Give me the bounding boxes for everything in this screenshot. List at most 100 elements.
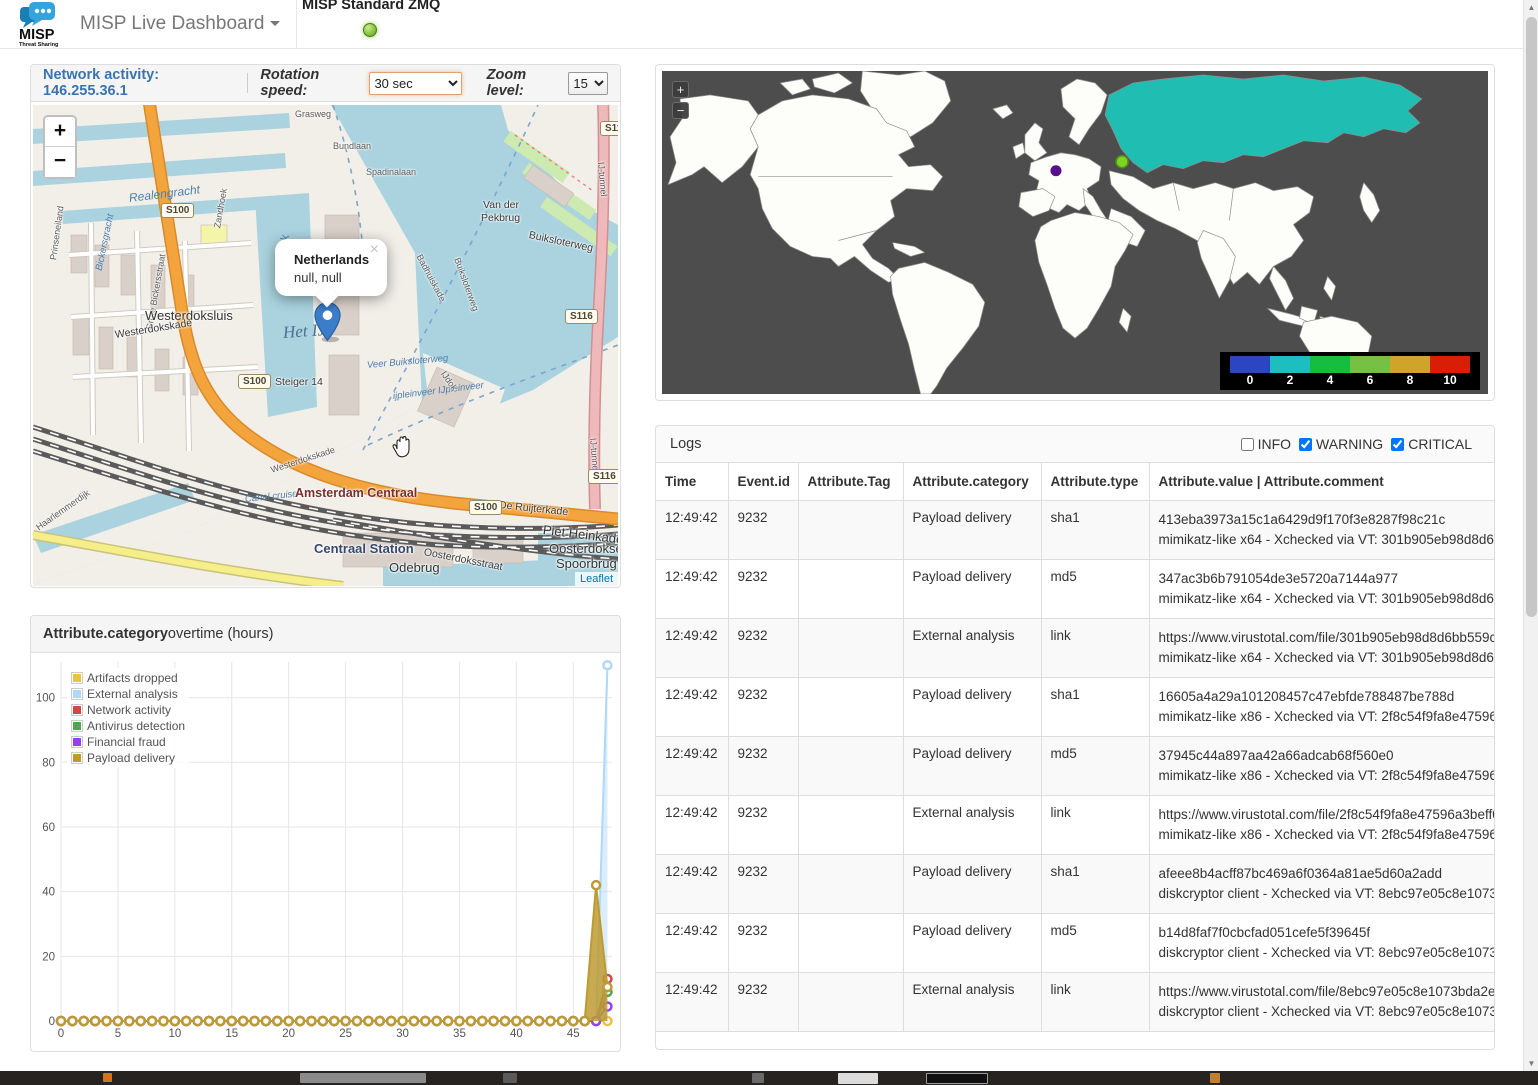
svg-text:100: 100 [36,693,55,705]
log-cell: Payload delivery [903,737,1041,796]
color-swatch [1230,356,1270,373]
log-cell: 12:49:42 [656,737,728,796]
color-scale-label: 0 [1230,373,1270,388]
log-value-comment-cell: afeee8b4acff87bc469a6f0364a81ae5d60a2add… [1149,855,1494,914]
misp-logo-icon[interactable]: MISP Threat Sharing [18,1,70,48]
log-cell [798,796,903,855]
navbar-divider [296,0,297,48]
log-cell: 9232 [728,619,798,678]
legend-label: Network activity [87,703,171,717]
attribute-comment: mimikatz-like x86 - Xchecked via VT: 2f8… [1159,766,1486,786]
world-zoom-control: + − [672,81,689,123]
os-taskbar [0,1071,1538,1085]
color-swatch [1430,356,1470,373]
legend-item: Financial fraud [71,734,185,750]
color-scale-label: 10 [1430,373,1470,388]
log-row: 12:49:429232External analysislinkhttps:/… [656,796,1494,855]
map-popup: × Netherlands null, null [275,239,387,296]
log-filter-checkbox-info[interactable] [1241,438,1254,451]
taskbar-item[interactable] [503,1073,517,1083]
network-activity-panel: Network activity: 146.255.36.1 Rotation … [30,64,621,588]
world-map-color-scale: 0246810 [1220,352,1480,390]
network-activity-title: Network activity: 146.255.36.1 [43,67,235,99]
map-zoom-out-button[interactable]: − [45,147,75,177]
log-cell: link [1041,796,1149,855]
logs-table: TimeEvent.idAttribute.TagAttribute.categ… [656,463,1494,1032]
log-filter-info: INFO [1241,436,1291,452]
svg-text:MISP: MISP [19,27,55,43]
zoom-level-select[interactable]: 15 [568,72,608,95]
map-attribution: Leaflet [575,572,618,586]
log-value-comment-cell: 37945c44a897aa42a66adcab68f560e0mimikatz… [1149,737,1494,796]
legend-swatch [71,752,83,764]
svg-text:25: 25 [339,1028,352,1040]
log-cell: link [1041,973,1149,1032]
logs-panel: Logs INFOWARNINGCRITICAL TimeEvent.idAtt… [655,425,1495,1050]
svg-text:40: 40 [510,1028,523,1040]
chart-header: Attribute.category overtime (hours) [31,616,620,653]
legend-swatch [71,672,83,684]
world-map[interactable]: + − 0246810 [662,71,1488,394]
taskbar-item[interactable] [300,1073,426,1083]
svg-text:45: 45 [567,1028,580,1040]
svg-text:80: 80 [42,757,55,769]
log-cell [798,619,903,678]
log-row: 12:49:429232Payload deliverymd537945c44a… [656,737,1494,796]
legend-item: Antivirus detection [71,718,185,734]
leaflet-map[interactable]: GraswegBundlaanSpadinalaanRealengrachtZa… [33,105,618,586]
attribute-comment: mimikatz-like x64 - Xchecked via VT: 301… [1159,589,1486,609]
svg-text:20: 20 [282,1028,295,1040]
log-cell: sha1 [1041,678,1149,737]
chart-plot-area: 020406080100051015202530354045 Artifacts… [33,656,618,1051]
taskbar-item[interactable] [752,1073,764,1083]
log-row: 12:49:429232Payload deliverysha1413eba39… [656,501,1494,560]
taskbar-item[interactable] [926,1073,988,1084]
log-cell: 12:49:42 [656,619,728,678]
log-level-filters: INFOWARNINGCRITICAL [1241,436,1480,452]
log-row: 12:49:429232External analysislinkhttps:/… [656,973,1494,1032]
leaflet-link[interactable]: Leaflet [580,573,613,585]
legend-swatch [71,736,83,748]
rotation-speed-select[interactable]: 30 sec [369,72,461,95]
log-cell: 12:49:42 [656,855,728,914]
misp-dashboard-page: MISP Threat Sharing MISP Live Dashboard … [0,0,1538,1085]
taskbar-item[interactable] [103,1073,112,1082]
scrollbar-down-arrow[interactable]: ▼ [1524,1056,1538,1071]
world-zoom-out-button[interactable]: − [672,102,689,119]
svg-text:10: 10 [168,1028,181,1040]
log-cell: Payload delivery [903,501,1041,560]
svg-text:35: 35 [453,1028,466,1040]
legend-item: External analysis [71,686,185,702]
log-filter-checkbox-warning[interactable] [1299,438,1312,451]
log-cell: 9232 [728,678,798,737]
log-row: 12:49:429232External analysislinkhttps:/… [656,619,1494,678]
chart-legend: Artifacts droppedExternal analysisNetwor… [67,668,189,768]
popup-close-icon[interactable]: × [370,243,379,257]
log-value-comment-cell: 16605a4a29a101208457c47ebfde788487be788d… [1149,678,1494,737]
map-zoom-in-button[interactable]: + [45,117,75,147]
taskbar-item[interactable] [1210,1073,1220,1083]
log-filter-checkbox-critical[interactable] [1391,438,1404,451]
logs-column-header: Attribute.type [1041,463,1149,501]
network-activity-header: Network activity: 146.255.36.1 Rotation … [31,65,620,102]
svg-text:20: 20 [42,951,55,963]
scrollbar-thumb[interactable] [1526,17,1537,617]
zmq-status-ok-icon [363,23,377,37]
taskbar-item[interactable] [838,1073,878,1084]
map-marker-icon[interactable] [314,301,341,343]
rotation-speed-label: Rotation speed: [260,67,363,99]
legend-item: Network activity [71,702,185,718]
map-tiles [33,105,618,586]
svg-text:30: 30 [396,1028,409,1040]
scrollbar-up-arrow[interactable]: ▲ [1524,0,1538,15]
page-scrollbar[interactable]: ▲ ▼ [1523,0,1538,1071]
activity-dot-green [1116,156,1128,168]
log-cell: 9232 [728,973,798,1032]
chart-title-bold: Attribute.category [43,626,168,642]
legend-label: Antivirus detection [87,719,185,733]
activity-dot-purple [1050,165,1061,176]
dashboard-menu-dropdown[interactable]: MISP Live Dashboard [80,0,280,48]
svg-text:40: 40 [42,887,55,899]
zmq-status-label: MISP Standard ZMQ [302,0,440,13]
world-zoom-in-button[interactable]: + [672,81,689,98]
